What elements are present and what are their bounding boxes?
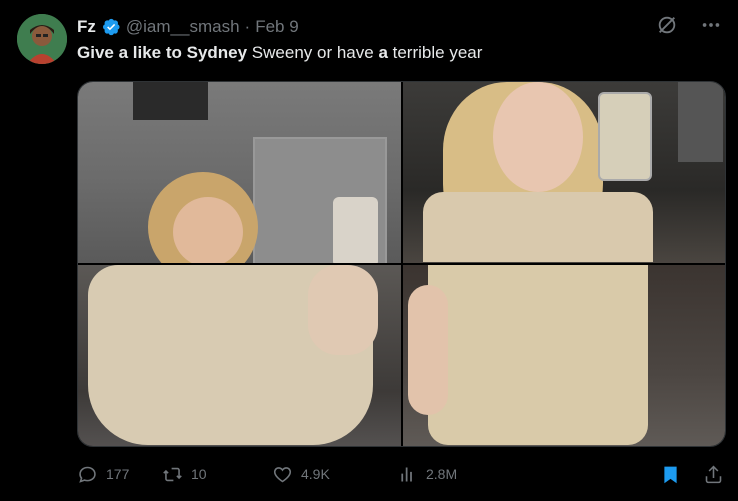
tweet-text-part: a bbox=[378, 43, 388, 62]
avatar-image bbox=[17, 14, 67, 64]
tweet-header: Fz @iam__smash · Feb 9 bbox=[77, 16, 299, 38]
tweet-text: Give a like to Sydney Sweeny or have a t… bbox=[77, 42, 482, 64]
like-count: 4.9K bbox=[301, 466, 330, 482]
photo-2[interactable] bbox=[402, 82, 725, 263]
tweet-date[interactable]: Feb 9 bbox=[255, 17, 298, 37]
grok-icon[interactable] bbox=[656, 14, 678, 36]
like-button[interactable]: 4.9K bbox=[272, 464, 397, 485]
views-button[interactable]: 2.8M bbox=[397, 464, 537, 485]
photo-4[interactable] bbox=[402, 265, 725, 446]
separator-dot: · bbox=[244, 17, 251, 36]
reply-count: 177 bbox=[106, 466, 130, 482]
author-name[interactable]: Fz bbox=[77, 17, 96, 37]
view-count: 2.8M bbox=[426, 466, 458, 482]
photo-1[interactable] bbox=[78, 82, 401, 263]
retweet-button[interactable]: 10 bbox=[162, 464, 272, 485]
tweet-text-part: Give a like to Sydney bbox=[77, 43, 248, 62]
heart-icon bbox=[273, 466, 292, 482]
reply-icon bbox=[79, 466, 96, 483]
more-icon[interactable] bbox=[700, 14, 722, 36]
views-icon bbox=[401, 467, 412, 481]
bookmark-icon[interactable] bbox=[660, 464, 681, 485]
tweet-text-part: terrible year bbox=[387, 43, 483, 62]
reply-button[interactable]: 177 bbox=[77, 464, 162, 485]
author-handle[interactable]: @iam__smash bbox=[126, 17, 240, 37]
share-icon[interactable] bbox=[703, 464, 724, 485]
media-grid bbox=[77, 81, 726, 447]
right-actions bbox=[660, 464, 724, 485]
avatar[interactable] bbox=[17, 14, 67, 64]
retweet-count: 10 bbox=[191, 466, 207, 482]
photo-3[interactable] bbox=[78, 265, 401, 446]
retweet-icon bbox=[163, 467, 182, 481]
action-bar: 177 10 4.9K 2.8M bbox=[77, 462, 724, 486]
tweet-text-part: Sweeny or have bbox=[247, 43, 379, 62]
verified-badge-icon bbox=[102, 18, 120, 36]
top-actions bbox=[656, 14, 722, 36]
